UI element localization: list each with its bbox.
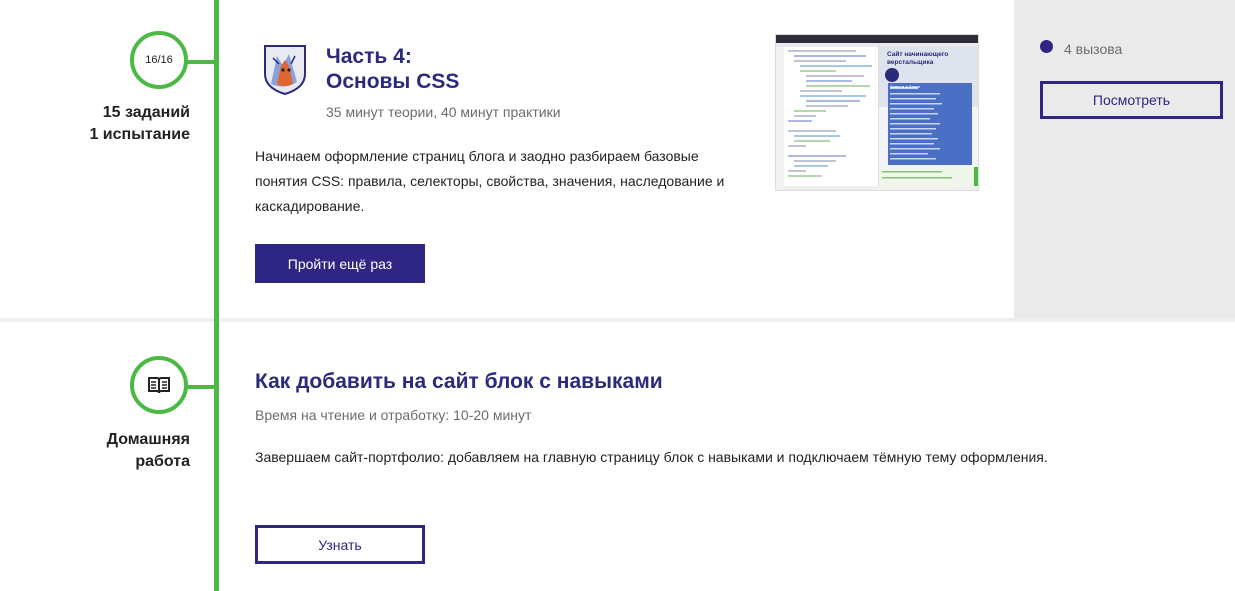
progress-counter: 16/16 bbox=[145, 54, 173, 66]
book-icon bbox=[148, 377, 170, 394]
homework-caption-line2: работа bbox=[135, 453, 190, 470]
timeline-connector bbox=[186, 60, 216, 64]
preview-list-title: Записи в блоге bbox=[890, 84, 921, 89]
section-divider bbox=[0, 318, 1235, 322]
tasks-count: 15 заданий bbox=[102, 104, 190, 121]
homework-caption: Домашняя работа bbox=[107, 429, 190, 473]
view-challenges-button[interactable]: Посмотреть bbox=[1040, 81, 1223, 119]
part-duration: 35 минут теории, 40 минут практики bbox=[326, 104, 561, 120]
retry-button[interactable]: Пройти ещё раз bbox=[255, 244, 425, 283]
part-title-line1: Часть 4: bbox=[326, 45, 412, 68]
tasks-summary: 15 заданий 1 испытание bbox=[89, 102, 190, 146]
challenges-summary: 1 испытание bbox=[89, 126, 190, 143]
challenge-dot-icon bbox=[1040, 40, 1053, 53]
part-title: Часть 4: Основы CSS bbox=[326, 44, 459, 94]
learn-more-button[interactable]: Узнать bbox=[255, 525, 425, 564]
homework-caption-line1: Домашняя bbox=[106, 431, 190, 448]
part-title-line2: Основы CSS bbox=[326, 70, 460, 93]
challenges-count: 4 вызова bbox=[1064, 41, 1123, 57]
part-description: Начинаем оформление страниц блога и заод… bbox=[255, 148, 725, 214]
mascot-icon bbox=[264, 45, 306, 96]
homework-title: Как добавить на сайт блок с навыками bbox=[255, 370, 663, 393]
timeline-line bbox=[214, 0, 219, 591]
homework-node bbox=[130, 356, 188, 414]
progress-node: 16/16 bbox=[130, 31, 188, 89]
lesson-preview[interactable]: Сайт начинающего верстальщика Записи в б… bbox=[775, 34, 979, 191]
course-page: Часть 4: Основы CSS 35 минут теории, 40 … bbox=[0, 0, 1235, 591]
homework-duration: Время на чтение и отработку: 10-20 минут bbox=[255, 407, 532, 423]
preview-heading: Сайт начинающего верстальщика bbox=[887, 51, 949, 66]
timeline-connector bbox=[186, 385, 216, 389]
homework-description: Завершаем сайт-портфолио: добавляем на г… bbox=[255, 449, 1048, 465]
